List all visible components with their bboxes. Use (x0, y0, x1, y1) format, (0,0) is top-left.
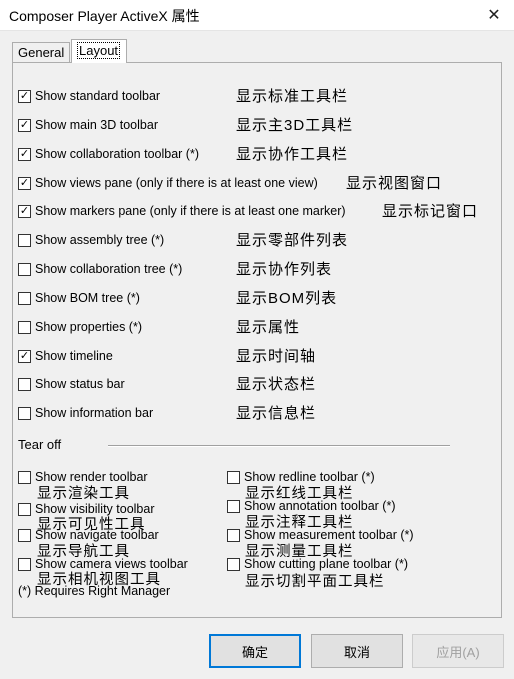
ok-button[interactable]: 确定 (209, 634, 301, 668)
checkbox[interactable] (227, 557, 240, 571)
option-zh-label: 显示标记窗口 (382, 203, 479, 220)
checkbox[interactable]: ✓ (18, 176, 31, 190)
option-main-3d-toolbar[interactable]: ✓ Show main 3D toolbar (18, 116, 158, 134)
option-properties[interactable]: Show properties (*) (18, 318, 142, 336)
checkbox[interactable] (18, 470, 31, 484)
tab-general[interactable]: General (12, 42, 70, 62)
option-bom-tree[interactable]: Show BOM tree (*) (18, 289, 140, 307)
option-zh-label: 显示BOM列表 (236, 290, 338, 307)
option-markers-pane[interactable]: ✓ Show markers pane (only if there is at … (18, 202, 346, 220)
option-status-bar[interactable]: Show status bar (18, 375, 125, 393)
option-views-pane[interactable]: ✓ Show views pane (only if there is at le… (18, 174, 318, 192)
checkbox[interactable] (18, 406, 31, 420)
option-zh-label: 显示状态栏 (236, 376, 317, 393)
option-timeline[interactable]: ✓ Show timeline (18, 347, 113, 365)
window-title: Composer Player ActiveX 属性 (9, 8, 200, 24)
option-zh-label: 显示协作列表 (236, 261, 333, 278)
section-divider (108, 445, 450, 447)
option-zh-label: 显示时间轴 (236, 348, 317, 365)
checkbox[interactable] (227, 528, 240, 542)
checkbox[interactable] (18, 262, 31, 276)
cancel-button[interactable]: 取消 (311, 634, 403, 668)
requires-right-manager-note: (*) Requires Right Manager (18, 584, 171, 598)
close-button[interactable]: ✕ (480, 3, 508, 27)
option-collaboration-tree[interactable]: Show collaboration tree (*) (18, 260, 182, 278)
checkbox[interactable]: ✓ (18, 204, 31, 218)
option-information-bar[interactable]: Show information bar (18, 404, 153, 422)
checkbox[interactable] (18, 320, 31, 334)
option-zh-label: 显示标准工具栏 (236, 88, 349, 105)
option-zh-label: 显示协作工具栏 (236, 146, 349, 163)
checkbox[interactable] (18, 291, 31, 305)
tear-off-label: Tear off (18, 437, 62, 452)
option-zh-label: 显示视图窗口 (346, 175, 443, 192)
option-zh-label: 显示信息栏 (236, 405, 317, 422)
option-collaboration-toolbar[interactable]: ✓ Show collaboration toolbar (*) (18, 145, 199, 163)
option-zh-label: 显示属性 (236, 319, 301, 336)
checkbox[interactable]: ✓ (18, 349, 31, 363)
checkbox[interactable] (18, 557, 31, 571)
option-standard-toolbar[interactable]: ✓ Show standard toolbar (18, 87, 160, 105)
title-bar: Composer Player ActiveX 属性 ✕ (0, 0, 514, 31)
tab-layout[interactable]: Layout (71, 39, 127, 63)
option-zh-label: 显示主3D工具栏 (236, 117, 354, 134)
option-zh-label: 显示零部件列表 (236, 232, 349, 249)
checkbox[interactable] (227, 499, 240, 513)
checkbox[interactable]: ✓ (18, 147, 31, 161)
apply-button[interactable]: 应用(A) (412, 634, 504, 668)
option-assembly-tree[interactable]: Show assembly tree (*) (18, 231, 164, 249)
checkbox[interactable] (18, 502, 31, 516)
checkbox[interactable] (227, 470, 240, 484)
tearoff-zh-label: 显示切割平面工具栏 (245, 574, 385, 590)
checkbox[interactable]: ✓ (18, 89, 31, 103)
checkbox[interactable] (18, 233, 31, 247)
checkbox[interactable]: ✓ (18, 118, 31, 132)
checkbox[interactable] (18, 528, 31, 542)
checkbox[interactable] (18, 377, 31, 391)
